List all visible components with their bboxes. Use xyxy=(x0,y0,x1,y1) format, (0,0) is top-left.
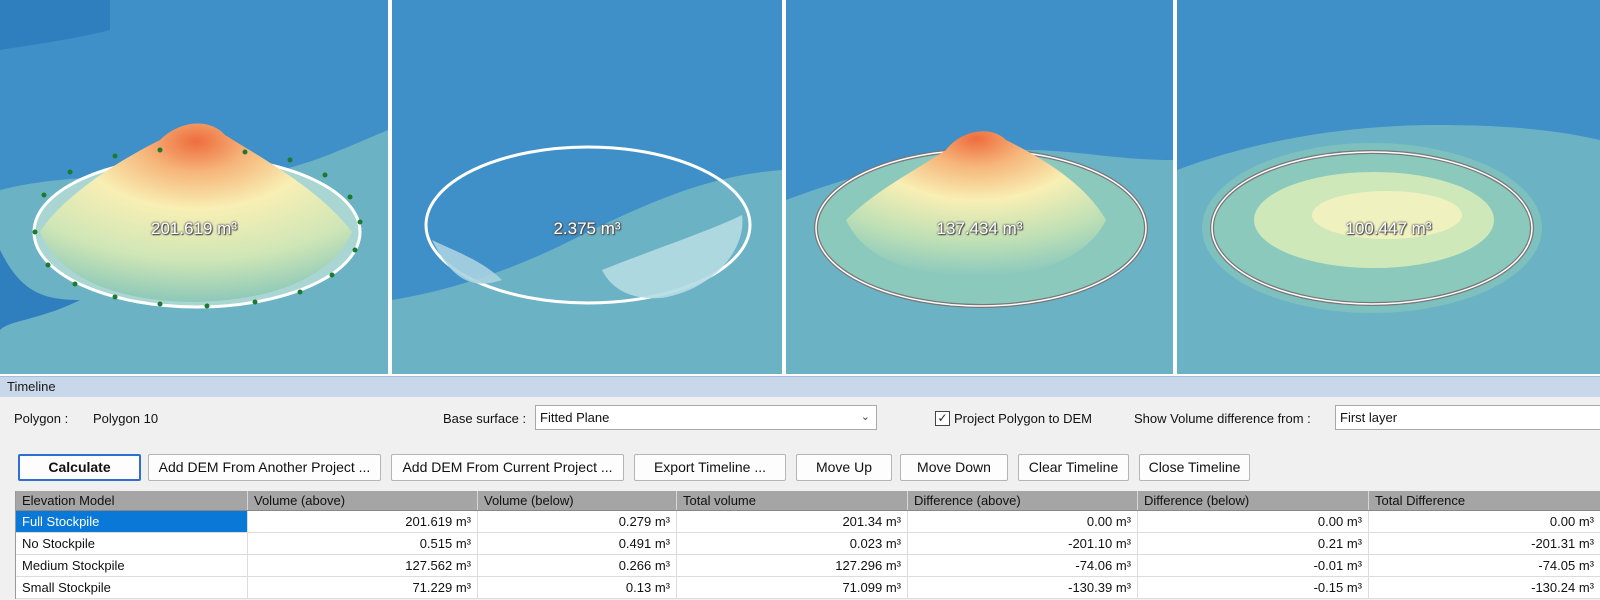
volume-label-full: 201.619 m³ xyxy=(151,219,237,238)
row-difference-above: -130.39 m³ xyxy=(908,577,1138,598)
row-volume-below: 0.491 m³ xyxy=(478,533,677,554)
volume-label-medium: 137.434 m³ xyxy=(936,219,1023,238)
table-row[interactable]: Medium Stockpile 127.562 m³ 0.266 m³ 127… xyxy=(16,555,1600,577)
view-small-stockpile[interactable]: 100.447 m³ xyxy=(1177,0,1600,374)
dem-views: 201.619 m³ 2.375 m³ 137.434 m³ 100.447 m… xyxy=(0,0,1600,376)
column-header[interactable]: Total Difference xyxy=(1369,491,1600,510)
row-elevation-model[interactable]: No Stockpile xyxy=(16,533,248,554)
base-surface-select[interactable]: Fitted Plane ⌄ xyxy=(535,405,877,430)
view-no-stockpile[interactable]: 2.375 m³ xyxy=(392,0,782,374)
view-full-stockpile[interactable]: 201.619 m³ xyxy=(0,0,388,374)
add-dem-another-project-button[interactable]: Add DEM From Another Project ... xyxy=(148,454,381,481)
table-row[interactable]: No Stockpile 0.515 m³ 0.491 m³ 0.023 m³ … xyxy=(16,533,1600,555)
row-volume-above: 201.619 m³ xyxy=(248,511,478,532)
row-volume-above: 71.229 m³ xyxy=(248,577,478,598)
row-total-volume: 71.099 m³ xyxy=(677,577,908,598)
polygon-label: Polygon : xyxy=(14,411,69,426)
table-header-row: Elevation Model Volume (above) Volume (b… xyxy=(16,491,1600,511)
column-header[interactable]: Volume (below) xyxy=(478,491,677,510)
column-header[interactable]: Difference (below) xyxy=(1138,491,1369,510)
show-diff-value: First layer xyxy=(1340,410,1398,425)
row-elevation-model[interactable]: Medium Stockpile xyxy=(16,555,248,576)
no-stockpile-render xyxy=(392,0,782,374)
base-surface-value: Fitted Plane xyxy=(540,410,610,425)
timeline-toolbar: Calculate Add DEM From Another Project .… xyxy=(0,454,1600,482)
row-total-volume: 127.296 m³ xyxy=(677,555,908,576)
table-row[interactable]: Full Stockpile 201.619 m³ 0.279 m³ 201.3… xyxy=(16,511,1600,533)
row-difference-above: -201.10 m³ xyxy=(908,533,1138,554)
add-dem-current-project-button[interactable]: Add DEM From Current Project ... xyxy=(391,454,624,481)
row-difference-below: 0.00 m³ xyxy=(1138,511,1369,532)
table-row[interactable]: Small Stockpile 71.229 m³ 0.13 m³ 71.099… xyxy=(16,577,1600,599)
row-total-volume: 0.023 m³ xyxy=(677,533,908,554)
row-volume-above: 0.515 m³ xyxy=(248,533,478,554)
medium-stockpile-render xyxy=(786,0,1173,374)
timeline-panel: Polygon : Polygon 10 Base surface : Fitt… xyxy=(0,397,1600,600)
volume-label-none: 2.375 m³ xyxy=(553,219,621,238)
row-total-difference: -74.05 m³ xyxy=(1369,555,1600,576)
row-total-difference: -130.24 m³ xyxy=(1369,577,1600,598)
base-surface-label: Base surface : xyxy=(443,411,527,426)
show-diff-label: Show Volume difference from : xyxy=(1134,411,1311,426)
row-difference-below: -0.15 m³ xyxy=(1138,577,1369,598)
calculate-button[interactable]: Calculate xyxy=(18,454,141,481)
move-up-button[interactable]: Move Up xyxy=(796,454,892,481)
full-stockpile-render xyxy=(0,0,388,374)
row-total-difference: 0.00 m³ xyxy=(1369,511,1600,532)
volume-label-small: 100.447 m³ xyxy=(1345,219,1432,238)
chevron-down-icon: ⌄ xyxy=(860,411,870,423)
row-elevation-model[interactable]: Full Stockpile xyxy=(16,511,248,532)
view-medium-stockpile[interactable]: 137.434 m³ xyxy=(786,0,1173,374)
timeline-options: Polygon : Polygon 10 Base surface : Fitt… xyxy=(0,397,1600,437)
clear-timeline-button[interactable]: Clear Timeline xyxy=(1018,454,1129,481)
close-timeline-button[interactable]: Close Timeline xyxy=(1139,454,1250,481)
row-total-difference: -201.31 m³ xyxy=(1369,533,1600,554)
row-elevation-model[interactable]: Small Stockpile xyxy=(16,577,248,598)
row-difference-above: -74.06 m³ xyxy=(908,555,1138,576)
project-polygon-label[interactable]: Project Polygon to DEM xyxy=(954,411,1092,426)
timeline-title: Timeline xyxy=(7,379,56,394)
column-header[interactable]: Volume (above) xyxy=(248,491,478,510)
row-volume-below: 0.279 m³ xyxy=(478,511,677,532)
row-volume-below: 0.266 m³ xyxy=(478,555,677,576)
row-total-volume: 201.34 m³ xyxy=(677,511,908,532)
row-volume-above: 127.562 m³ xyxy=(248,555,478,576)
polygon-value: Polygon 10 xyxy=(93,411,159,426)
row-difference-above: 0.00 m³ xyxy=(908,511,1138,532)
small-stockpile-render xyxy=(1177,0,1600,374)
row-difference-below: 0.21 m³ xyxy=(1138,533,1369,554)
timeline-title-bar: Timeline xyxy=(0,376,1600,397)
row-difference-below: -0.01 m³ xyxy=(1138,555,1369,576)
move-down-button[interactable]: Move Down xyxy=(900,454,1008,481)
project-polygon-checkbox[interactable]: ✓ xyxy=(935,411,950,426)
row-volume-below: 0.13 m³ xyxy=(478,577,677,598)
column-header[interactable]: Elevation Model xyxy=(16,491,248,510)
show-diff-select[interactable]: First layer xyxy=(1335,405,1600,430)
column-header[interactable]: Total volume xyxy=(677,491,908,510)
timeline-table: Elevation Model Volume (above) Volume (b… xyxy=(15,491,1600,599)
export-timeline-button[interactable]: Export Timeline ... xyxy=(634,454,786,481)
column-header[interactable]: Difference (above) xyxy=(908,491,1138,510)
